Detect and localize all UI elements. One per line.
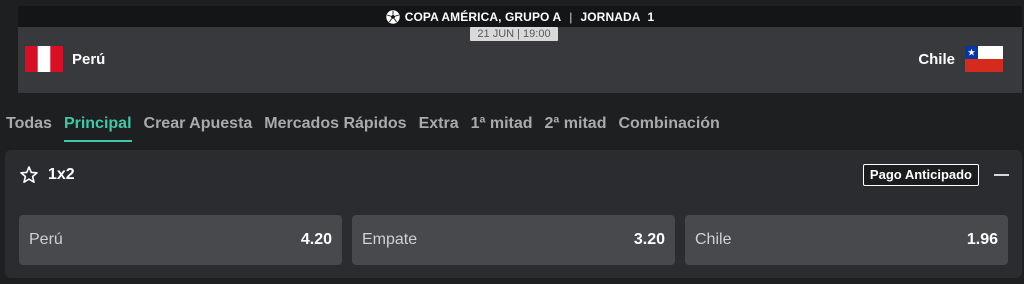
- collapse-icon[interactable]: [994, 174, 1009, 176]
- tab-mercados-rapidos[interactable]: Mercados Rápidos: [264, 112, 406, 142]
- away-team-name: Chile: [918, 50, 955, 68]
- outcome-odds: 1.96: [966, 231, 998, 248]
- market-title: 1x2: [48, 166, 75, 183]
- match-datetime: 21 JUN | 19:00: [470, 27, 558, 41]
- outcome-label: Perú: [29, 231, 63, 248]
- home-team-name: Perú: [72, 50, 106, 68]
- market-tabs: Todas Principal Crear Apuesta Mercados R…: [6, 112, 732, 142]
- tab-crear-apuesta[interactable]: Crear Apuesta: [144, 112, 253, 142]
- tab-principal[interactable]: Principal: [63, 112, 132, 142]
- peru-flag-icon: [25, 46, 63, 72]
- match-header: 21 JUN | 19:00 Perú Chile: [18, 27, 1022, 93]
- tab-extra[interactable]: Extra: [419, 112, 459, 142]
- chile-flag-icon: [965, 46, 1003, 72]
- outcome-away-button[interactable]: Chile 1.96: [685, 215, 1008, 265]
- outcome-home-button[interactable]: Perú 4.20: [19, 215, 342, 265]
- tab-segunda-mitad[interactable]: 2ª mitad: [545, 112, 607, 142]
- round-number: 1: [647, 9, 655, 24]
- round-label: JORNADA: [580, 9, 641, 24]
- soccer-ball-icon: [385, 9, 400, 24]
- tab-todas[interactable]: Todas: [6, 112, 52, 142]
- market-1x2-panel: 1x2 Pago Anticipado Perú 4.20 Empate 3.2…: [5, 150, 1022, 278]
- outcome-draw-button[interactable]: Empate 3.20: [352, 215, 675, 265]
- outcome-list: Perú 4.20 Empate 3.20 Chile 1.96: [19, 215, 1008, 265]
- outcome-odds: 4.20: [300, 231, 332, 248]
- competition-name: COPA AMÉRICA, GRUPO A: [404, 9, 562, 24]
- outcome-label: Chile: [695, 231, 732, 248]
- outcome-label: Empate: [362, 231, 418, 248]
- early-payout-badge[interactable]: Pago Anticipado: [862, 164, 979, 186]
- market-header: 1x2: [19, 164, 75, 186]
- header-separator: |: [569, 9, 573, 24]
- tab-primera-mitad[interactable]: 1ª mitad: [471, 112, 533, 142]
- home-team: Perú: [25, 46, 105, 72]
- away-team: Chile: [918, 46, 1003, 72]
- tab-combinacion[interactable]: Combinación: [618, 112, 719, 142]
- outcome-odds: 3.20: [633, 231, 665, 248]
- star-icon[interactable]: [19, 165, 39, 185]
- competition-bar: COPA AMÉRICA, GRUPO A | JORNADA 1: [18, 6, 1022, 27]
